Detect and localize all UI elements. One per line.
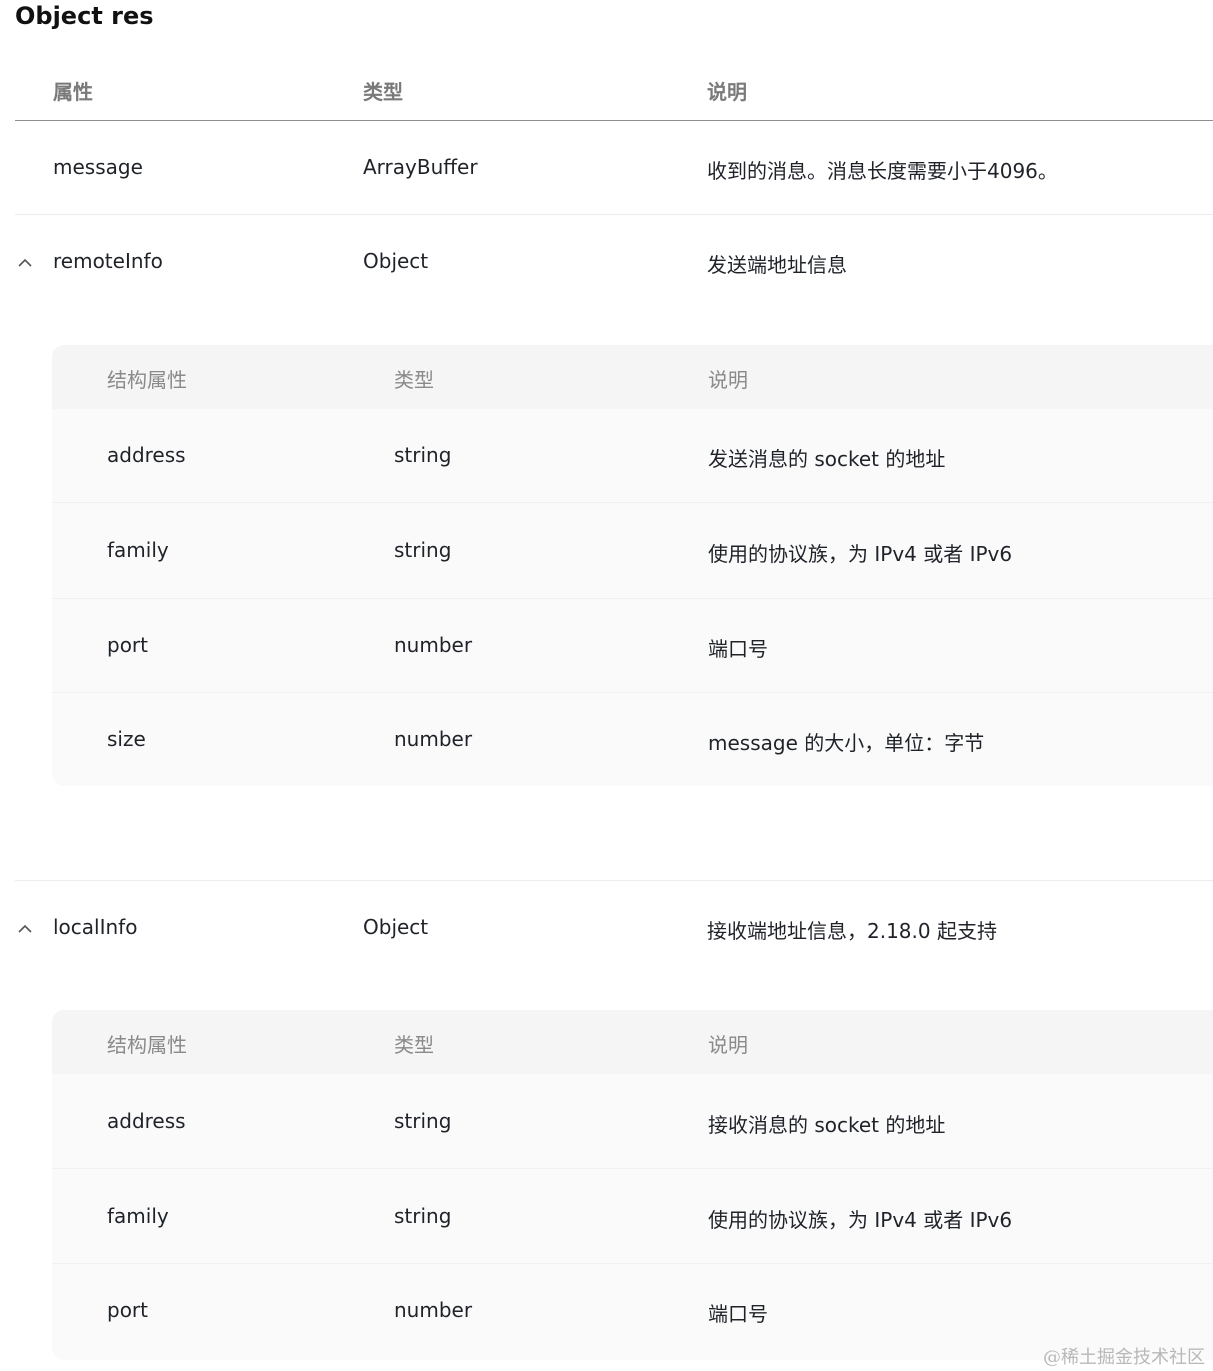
nested-row-type: string (394, 1109, 452, 1133)
section-title: Object res (15, 2, 154, 30)
row-localinfo-name[interactable]: localInfo (53, 915, 137, 939)
chevron-up-icon[interactable] (17, 257, 33, 269)
nested-row-name: size (107, 727, 146, 751)
nested-row-description: message 的大小，单位：字节 (708, 731, 985, 755)
nested-row-divider (52, 1168, 1213, 1169)
nested-row-name: address (107, 443, 186, 467)
nested-row-description: 发送消息的 socket 的地址 (708, 447, 946, 471)
nested-header-description: 说明 (708, 368, 748, 392)
watermark-text: @稀土掘金技术社区 (1043, 1347, 1205, 1368)
row-remoteinfo-description: 发送端地址信息 (707, 253, 847, 277)
chevron-up-icon[interactable] (17, 923, 33, 935)
nested-row-description: 端口号 (708, 1302, 768, 1326)
localinfo-nested-table: 结构属性 类型 说明 address string 接收消息的 socket 的… (52, 1010, 1213, 1360)
row-divider (15, 214, 1213, 215)
nested-row-description: 使用的协议族，为 IPv4 或者 IPv6 (708, 542, 1013, 566)
row-message-name: message (53, 155, 143, 179)
row-divider (15, 880, 1213, 881)
nested-row-divider (52, 692, 1213, 693)
row-remoteinfo-type: Object (363, 249, 429, 273)
nested-row-description: 使用的协议族，为 IPv4 或者 IPv6 (708, 1208, 1013, 1232)
row-localinfo-type: Object (363, 915, 429, 939)
nested-row-type: number (394, 1298, 473, 1322)
nested-row-divider (52, 1263, 1213, 1264)
nested-row-divider (52, 598, 1213, 599)
nested-table-header (52, 345, 1213, 409)
nested-row-type: number (394, 727, 473, 751)
header-divider (15, 120, 1213, 121)
nested-row-type: string (394, 443, 452, 467)
column-header-type: 类型 (363, 80, 403, 104)
nested-row-description: 端口号 (708, 637, 768, 661)
nested-header-description: 说明 (708, 1033, 748, 1057)
nested-row-divider (52, 502, 1213, 503)
nested-row-description: 接收消息的 socket 的地址 (708, 1113, 946, 1137)
nested-header-property: 结构属性 (107, 1033, 187, 1057)
row-message-type: ArrayBuffer (363, 155, 478, 179)
row-remoteinfo-name[interactable]: remoteInfo (53, 249, 163, 273)
nested-row-name: port (107, 1298, 148, 1322)
nested-row-name: port (107, 633, 148, 657)
nested-header-property: 结构属性 (107, 368, 187, 392)
row-localinfo-description: 接收端地址信息，2.18.0 起支持 (707, 919, 997, 943)
nested-row-name: family (107, 538, 169, 562)
nested-row-type: string (394, 538, 452, 562)
nested-table-header (52, 1010, 1213, 1074)
column-header-description: 说明 (707, 80, 747, 104)
nested-row-name: address (107, 1109, 186, 1133)
nested-row-name: family (107, 1204, 169, 1228)
column-header-property: 属性 (53, 80, 93, 104)
nested-row-type: number (394, 633, 473, 657)
nested-row-type: string (394, 1204, 452, 1228)
row-message-description: 收到的消息。消息长度需要小于4096。 (707, 159, 1058, 183)
nested-header-type: 类型 (394, 1033, 434, 1057)
remoteinfo-nested-table: 结构属性 类型 说明 address string 发送消息的 socket 的… (52, 345, 1213, 786)
nested-header-type: 类型 (394, 368, 434, 392)
